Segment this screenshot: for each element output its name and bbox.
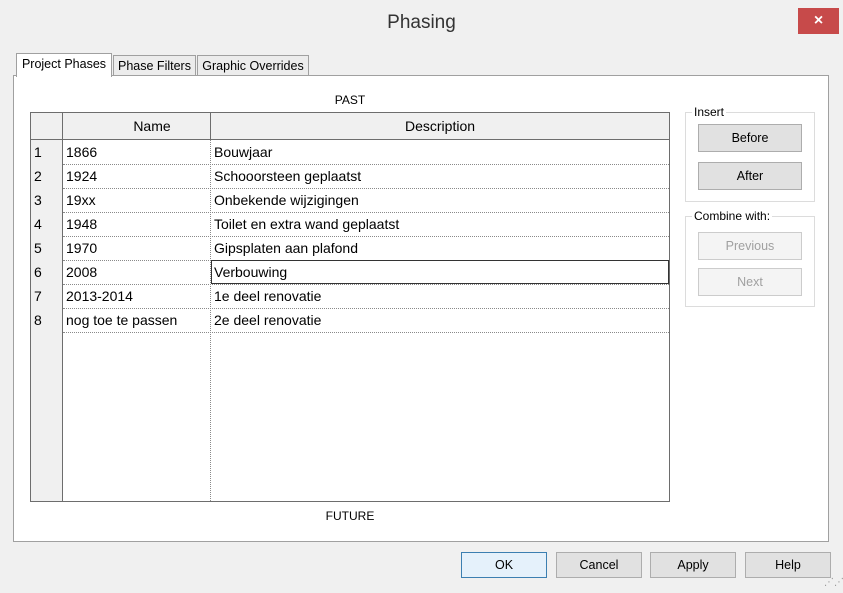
phase-description[interactable]: Bouwjaar bbox=[214, 144, 272, 160]
row-number: 6 bbox=[34, 264, 42, 280]
table-row[interactable]: 7 2013-2014 1e deel renovatie bbox=[31, 284, 669, 308]
resize-grip-icon[interactable]: ⋰⋰ bbox=[824, 578, 843, 590]
combine-group-label: Combine with: bbox=[694, 209, 771, 223]
phase-name[interactable]: 1948 bbox=[66, 216, 97, 232]
phase-description[interactable]: 1e deel renovatie bbox=[214, 288, 321, 304]
phases-table[interactable]: Name Description 1 1866 Bouwjaar 2 1924 … bbox=[30, 112, 670, 502]
past-label: PAST bbox=[334, 93, 366, 107]
table-row[interactable]: 6 2008 Verbouwing bbox=[31, 260, 669, 284]
phase-name[interactable]: 2008 bbox=[66, 264, 97, 280]
phase-name[interactable]: 1970 bbox=[66, 240, 97, 256]
combine-previous-button[interactable]: Previous bbox=[698, 232, 802, 260]
phase-description[interactable]: 2e deel renovatie bbox=[214, 312, 321, 328]
phase-name[interactable]: 19xx bbox=[66, 192, 96, 208]
corner-header bbox=[31, 113, 63, 140]
phase-description[interactable]: Gipsplaten aan plafond bbox=[214, 240, 358, 256]
phase-description[interactable]: Schooorsteen geplaatst bbox=[214, 168, 361, 184]
future-label: FUTURE bbox=[325, 509, 375, 523]
table-row[interactable]: 8 nog toe te passen 2e deel renovatie bbox=[31, 308, 669, 332]
tab-project-phases[interactable]: Project Phases bbox=[16, 53, 112, 77]
table-row[interactable]: 1 1866 Bouwjaar bbox=[31, 140, 669, 164]
insert-before-button[interactable]: Before bbox=[698, 124, 802, 152]
window-title: Phasing bbox=[387, 12, 456, 33]
phase-name[interactable]: 1924 bbox=[66, 168, 97, 184]
row-number: 4 bbox=[34, 216, 42, 232]
insert-after-button[interactable]: After bbox=[698, 162, 802, 190]
cancel-button[interactable]: Cancel bbox=[556, 552, 642, 578]
help-button[interactable]: Help bbox=[745, 552, 831, 578]
phase-name[interactable]: nog toe te passen bbox=[66, 312, 177, 328]
phase-name[interactable]: 1866 bbox=[66, 144, 97, 160]
table-row[interactable]: 5 1970 Gipsplaten aan plafond bbox=[31, 236, 669, 260]
phase-description[interactable]: Verbouwing bbox=[214, 264, 287, 280]
apply-button[interactable]: Apply bbox=[650, 552, 736, 578]
row-number: 5 bbox=[34, 240, 42, 256]
row-number: 2 bbox=[34, 168, 42, 184]
insert-group-label: Insert bbox=[694, 105, 725, 119]
phase-description[interactable]: Toilet en extra wand geplaatst bbox=[214, 216, 399, 232]
row-number: 8 bbox=[34, 312, 42, 328]
tab-graphic-overrides[interactable]: Graphic Overrides bbox=[197, 55, 309, 77]
row-number: 7 bbox=[34, 288, 42, 304]
combine-next-button[interactable]: Next bbox=[698, 268, 802, 296]
close-icon: × bbox=[813, 12, 824, 29]
table-row[interactable]: 4 1948 Toilet en extra wand geplaatst bbox=[31, 212, 669, 236]
table-row[interactable]: 3 19xx Onbekende wijzigingen bbox=[31, 188, 669, 212]
row-number: 1 bbox=[34, 144, 42, 160]
table-row[interactable]: 2 1924 Schooorsteen geplaatst bbox=[31, 164, 669, 188]
column-header-description[interactable]: Description bbox=[210, 113, 669, 140]
ok-button[interactable]: OK bbox=[461, 552, 547, 578]
phase-description[interactable]: Onbekende wijzigingen bbox=[214, 192, 359, 208]
tab-phase-filters[interactable]: Phase Filters bbox=[113, 55, 196, 77]
close-button[interactable]: × bbox=[798, 8, 839, 34]
phase-name[interactable]: 2013-2014 bbox=[66, 288, 133, 304]
row-divider bbox=[63, 332, 669, 333]
row-number: 3 bbox=[34, 192, 42, 208]
